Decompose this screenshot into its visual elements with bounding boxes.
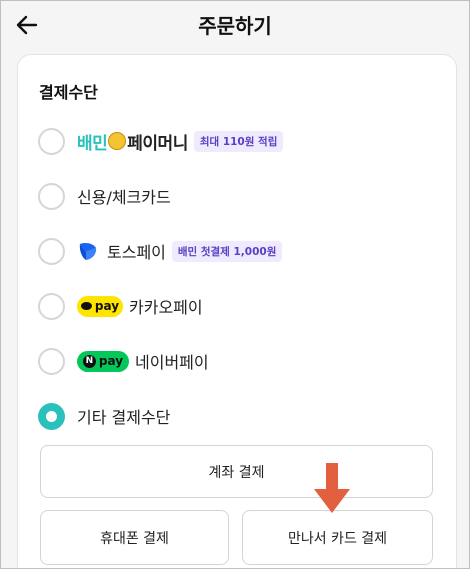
radio-kakao-pay[interactable] — [38, 292, 65, 320]
kakaopay-logo-text: pay — [94, 299, 120, 313]
toss-icon — [79, 243, 97, 260]
option-label: 카카오페이 — [129, 298, 203, 317]
option-credit-card[interactable]: 신용/체크카드 — [38, 176, 438, 216]
meet-card-payment-button[interactable]: 만나서 카드 결제 — [242, 510, 433, 565]
radio-baemin-paymoney[interactable] — [38, 127, 65, 155]
option-toss-pay[interactable]: 토스페이 배민 첫결제 1,000원 — [38, 231, 438, 271]
option-label-group: 기타 결제수단 — [77, 404, 170, 428]
option-baemin-paymoney[interactable]: 배민 페이머니 최대 110원 적립 — [38, 121, 438, 161]
phone-payment-button[interactable]: 휴대폰 결제 — [40, 510, 229, 565]
option-label: 신용/체크카드 — [77, 188, 171, 207]
option-naver-pay[interactable]: N pay 네이버페이 — [38, 341, 438, 381]
section-title: 결제수단 — [39, 83, 98, 102]
payment-method-card: 결제수단 배민 페이머니 최대 110원 적립 신용/체크카드 토스페이 배민 … — [17, 54, 457, 568]
paymoney-logo-text: 페이머니 — [127, 133, 188, 154]
option-other[interactable]: 기타 결제수단 — [38, 396, 438, 436]
speech-bubble-icon — [80, 302, 92, 310]
option-label-group: 배민 페이머니 최대 110원 적립 — [77, 129, 284, 154]
naver-n-icon: N — [82, 354, 96, 368]
option-label-group: pay 카카오페이 — [77, 294, 203, 318]
app-frame: 주문하기 결제수단 배민 페이머니 최대 110원 적립 신용/체크카드 토스페… — [0, 0, 470, 569]
option-label-group: 신용/체크카드 — [77, 184, 171, 208]
option-label: 기타 결제수단 — [77, 408, 171, 427]
reward-badge: 최대 110원 적립 — [193, 130, 284, 152]
option-label-group: 토스페이 배민 첫결제 1,000원 — [77, 239, 283, 263]
radio-credit-card[interactable] — [38, 182, 65, 210]
naverpay-logo-text: pay — [98, 354, 124, 368]
radio-naver-pay[interactable] — [38, 347, 65, 375]
radio-other-selected[interactable] — [38, 402, 65, 430]
page-title: 주문하기 — [198, 14, 272, 38]
option-label: 토스페이 — [107, 243, 166, 262]
option-label-group: N pay 네이버페이 — [77, 349, 209, 373]
coin-icon — [108, 132, 127, 150]
option-label: 네이버페이 — [135, 353, 209, 372]
baemin-logo-text: 배민 — [77, 133, 108, 154]
arrow-down-icon — [314, 463, 350, 513]
header: 주문하기 — [1, 1, 469, 49]
bank-transfer-button[interactable]: 계좌 결제 — [40, 445, 433, 498]
naverpay-logo: N pay — [77, 350, 129, 372]
option-kakao-pay[interactable]: pay 카카오페이 — [38, 286, 438, 326]
radio-toss-pay[interactable] — [38, 237, 65, 265]
kakaopay-logo: pay — [77, 295, 123, 317]
promo-badge: 배민 첫결제 1,000원 — [171, 240, 283, 262]
